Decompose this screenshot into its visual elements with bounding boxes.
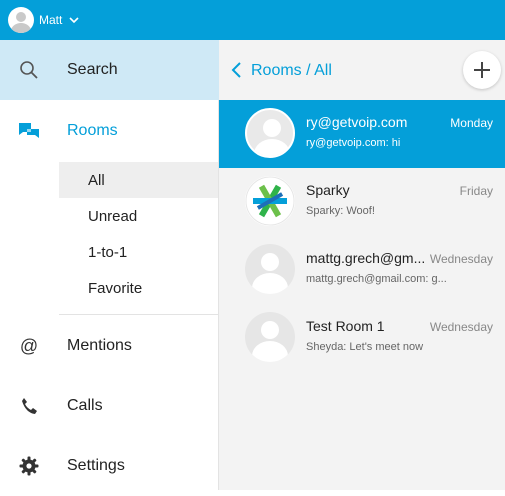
search-icon <box>18 59 40 81</box>
user-avatar-icon <box>245 108 295 158</box>
room-list-item[interactable]: Sparky Friday Sparky: Woof! <box>219 168 505 236</box>
sidebar-item-rooms[interactable]: Rooms <box>0 101 219 161</box>
sidebar-item-label: Calls <box>67 397 103 414</box>
top-bar: Matt <box>0 0 505 40</box>
user-avatar-icon[interactable] <box>8 7 34 33</box>
room-name: mattg.grech@gm... <box>306 250 426 266</box>
chevron-down-icon[interactable] <box>68 14 80 26</box>
gear-icon <box>18 455 40 477</box>
room-name: Test Room 1 <box>306 318 385 334</box>
filter-unread[interactable]: Unread <box>59 198 218 234</box>
room-preview: Sparky: Woof! <box>306 205 375 217</box>
rooms-header: Rooms / All <box>219 40 505 100</box>
room-preview: mattg.grech@gmail.com: g... <box>306 273 447 285</box>
room-name: ry@getvoip.com <box>306 114 408 130</box>
room-time: Wednesday <box>429 252 493 266</box>
user-avatar-icon <box>245 244 295 294</box>
chevron-left-icon[interactable] <box>229 60 243 80</box>
room-time: Wednesday <box>429 320 493 334</box>
sidebar-item-calls[interactable]: Calls <box>0 376 219 436</box>
phone-icon <box>18 395 40 417</box>
room-list-item[interactable]: ry@getvoip.com Monday ry@getvoip.com: hi <box>219 100 505 168</box>
rooms-panel: Rooms / All ry@getvoip.com Monday ry@get… <box>219 40 505 490</box>
plus-icon <box>474 62 490 78</box>
sidebar-item-settings[interactable]: Settings <box>0 436 219 496</box>
room-time: Friday <box>459 184 493 198</box>
room-list-item[interactable]: mattg.grech@gm... Wednesday mattg.grech@… <box>219 236 505 304</box>
sidebar: Search Rooms All Unread 1-to-1 Favorite … <box>0 40 219 490</box>
divider <box>59 314 218 315</box>
sidebar-item-label: Settings <box>67 457 125 474</box>
room-list-item[interactable]: Test Room 1 Wednesday Sheyda: Let's meet… <box>219 304 505 372</box>
user-avatar-icon <box>245 312 295 362</box>
sidebar-item-mentions[interactable]: @ Mentions <box>0 316 219 376</box>
room-time: Monday <box>450 116 493 130</box>
filter-favorite[interactable]: Favorite <box>59 270 218 306</box>
sidebar-item-search[interactable]: Search <box>0 40 219 100</box>
sparky-logo-icon <box>245 176 295 226</box>
at-icon: @ <box>19 335 39 356</box>
room-preview: ry@getvoip.com: hi <box>306 137 401 149</box>
room-name: Sparky <box>306 182 350 198</box>
room-preview: Sheyda: Let's meet now <box>306 341 424 353</box>
add-room-button[interactable] <box>463 51 501 89</box>
breadcrumb: Rooms / All <box>251 62 332 79</box>
filter-all[interactable]: All <box>59 162 218 198</box>
sidebar-item-label: Rooms <box>67 122 118 139</box>
chat-bubbles-icon <box>18 120 40 142</box>
sidebar-item-label: Mentions <box>67 337 132 354</box>
username[interactable]: Matt <box>39 13 62 27</box>
filter-1-to-1[interactable]: 1-to-1 <box>59 234 218 270</box>
sidebar-item-label: Search <box>67 61 118 78</box>
